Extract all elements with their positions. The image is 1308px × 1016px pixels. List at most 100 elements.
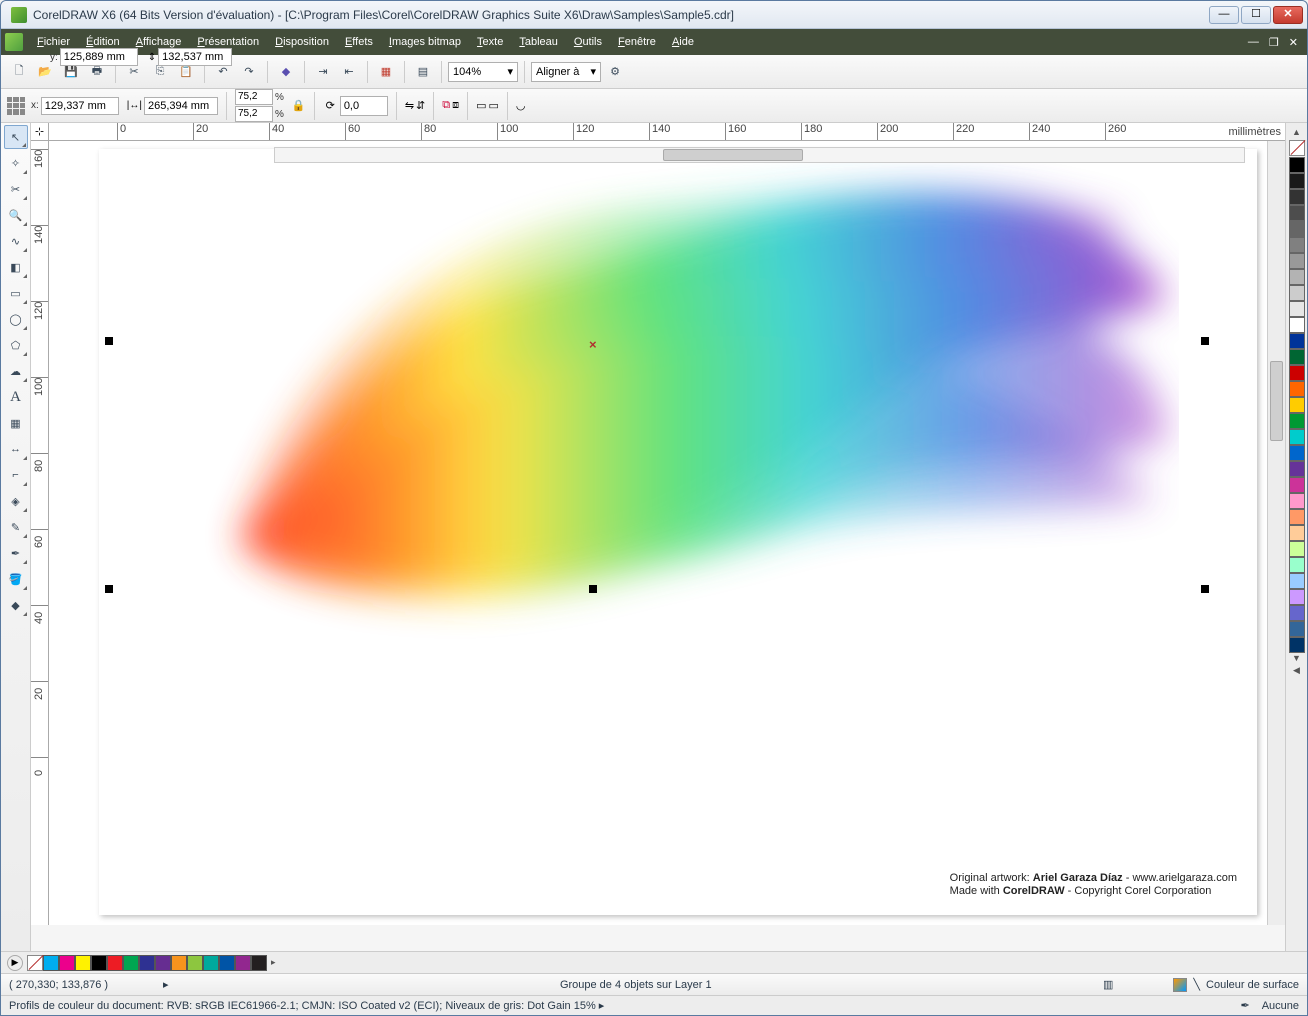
canvas-viewport[interactable]: Original artwork: Ariel Garaza Díaz - ww… <box>49 141 1267 925</box>
doc-color-swatch[interactable] <box>187 955 203 971</box>
height-input[interactable]: 132,537 mm <box>158 48 232 66</box>
color-swatch[interactable] <box>1289 253 1305 269</box>
y-position-input[interactable]: 125,889 mm <box>60 48 138 66</box>
freehand-tool[interactable]: ∿ <box>4 229 28 253</box>
mdi-minimize-button[interactable]: — <box>1243 34 1264 50</box>
selection-handle-tr[interactable] <box>1201 337 1209 345</box>
hscroll-thumb[interactable] <box>663 149 803 161</box>
color-swatch[interactable] <box>1289 509 1305 525</box>
ungroup-all-button[interactable]: ⧈ <box>452 99 459 112</box>
color-swatch[interactable] <box>1289 333 1305 349</box>
object-details-button[interactable]: ▥ <box>1103 978 1113 991</box>
polygon-tool[interactable]: ⬠ <box>4 333 28 357</box>
zoom-level-select[interactable]: 104% ▾ <box>448 62 518 82</box>
palette-flyout-button[interactable]: ▶ <box>7 955 23 971</box>
ellipse-tool[interactable]: ◯ <box>4 307 28 331</box>
color-swatch[interactable] <box>1289 557 1305 573</box>
titlebar[interactable]: CorelDRAW X6 (64 Bits Version d'évaluati… <box>1 1 1307 29</box>
app-launcher-button[interactable]: ▤ <box>411 60 435 84</box>
color-swatch[interactable] <box>1289 605 1305 621</box>
export-button[interactable]: ⇤ <box>337 60 361 84</box>
selection-handle-tl[interactable] <box>105 337 113 345</box>
color-swatch[interactable] <box>1289 541 1305 557</box>
no-color-swatch[interactable] <box>1289 140 1305 156</box>
ruler-vertical[interactable]: millimètres 160140120100806040200 <box>31 141 49 925</box>
outline-tool[interactable]: ✒ <box>4 541 28 565</box>
vertical-scrollbar[interactable] <box>1267 141 1285 925</box>
color-swatch[interactable] <box>1289 589 1305 605</box>
fill-swatch[interactable] <box>1173 978 1187 992</box>
smart-fill-tool[interactable]: ◧ <box>4 255 28 279</box>
palette-scroll-up[interactable]: ▲ <box>1289 127 1305 139</box>
color-swatch[interactable] <box>1289 237 1305 253</box>
doc-color-swatch[interactable] <box>59 955 75 971</box>
color-swatch[interactable] <box>1289 189 1305 205</box>
color-swatch[interactable] <box>1289 285 1305 301</box>
color-swatch[interactable] <box>1289 493 1305 509</box>
color-swatch[interactable] <box>1289 621 1305 637</box>
publish-pdf-button[interactable]: ▦ <box>374 60 398 84</box>
menu-outils[interactable]: Outils <box>566 32 610 52</box>
interactive-fill-tool[interactable]: ◆ <box>4 593 28 617</box>
color-swatch[interactable] <box>1289 525 1305 541</box>
color-swatch[interactable] <box>1289 381 1305 397</box>
color-swatch[interactable] <box>1289 429 1305 445</box>
color-swatch[interactable] <box>1289 397 1305 413</box>
horizontal-scrollbar[interactable] <box>274 147 1245 163</box>
ruler-horizontal[interactable]: millimètres 0204060801001201401601802002… <box>49 123 1285 141</box>
options-button[interactable]: ⚙ <box>603 60 627 84</box>
to-back-button[interactable]: ▭ <box>489 99 499 112</box>
ungroup-button[interactable]: ⧉ <box>442 99 450 112</box>
menu-disposition[interactable]: Disposition <box>267 32 337 52</box>
color-swatch[interactable] <box>1289 301 1305 317</box>
lock-ratio-button[interactable]: 🔒 <box>292 99 306 112</box>
mdi-close-button[interactable]: ✕ <box>1284 34 1303 51</box>
color-swatch[interactable] <box>1289 317 1305 333</box>
doc-color-swatch[interactable] <box>139 955 155 971</box>
mirror-v-button[interactable]: ⇵ <box>416 99 425 112</box>
doc-color-swatch[interactable] <box>75 955 91 971</box>
app-menu-icon[interactable] <box>5 33 23 51</box>
table-tool[interactable]: ▦ <box>4 411 28 435</box>
menu-effets[interactable]: Effets <box>337 32 381 52</box>
doc-color-swatch[interactable] <box>107 955 123 971</box>
menu-texte[interactable]: Texte <box>469 32 511 52</box>
doc-color-swatch[interactable] <box>203 955 219 971</box>
scale-y-input[interactable]: 75,2 <box>235 106 273 122</box>
scale-x-input[interactable]: 75,2 <box>235 89 273 105</box>
palette-scroll-down[interactable]: ▼ <box>1289 653 1305 665</box>
mdi-restore-button[interactable]: ❐ <box>1264 34 1284 51</box>
doc-palette-expand[interactable]: ▸ <box>267 957 280 968</box>
doc-color-swatch[interactable] <box>171 955 187 971</box>
rotation-input[interactable]: 0,0 <box>340 96 388 116</box>
interactive-tool[interactable]: ◈ <box>4 489 28 513</box>
fill-flyout-icon[interactable]: ╲ <box>1193 978 1200 991</box>
import-button[interactable]: ⇥ <box>311 60 335 84</box>
redo-button[interactable]: ↷ <box>237 60 261 84</box>
doc-color-swatch[interactable] <box>235 955 251 971</box>
color-swatch[interactable] <box>1289 445 1305 461</box>
selection-handle-bm[interactable] <box>589 585 597 593</box>
selection-handle-br[interactable] <box>1201 585 1209 593</box>
zoom-tool[interactable]: 🔍 <box>4 203 28 227</box>
doc-no-color-swatch[interactable] <box>27 955 43 971</box>
shape-tool[interactable]: ✧ <box>4 151 28 175</box>
menu-bitmap[interactable]: Images bitmap <box>381 32 469 52</box>
dimension-tool[interactable]: ↔ <box>4 437 28 461</box>
color-swatch[interactable] <box>1289 349 1305 365</box>
snap-to-select[interactable]: Aligner à ▾ <box>531 62 601 82</box>
selection-handle-bl[interactable] <box>105 585 113 593</box>
pick-tool[interactable]: ↖ <box>4 125 28 149</box>
connector-tool[interactable]: ⌐ <box>4 463 28 487</box>
color-swatch[interactable] <box>1289 477 1305 493</box>
search-button[interactable]: ◆ <box>274 60 298 84</box>
x-position-input[interactable]: 129,337 mm <box>41 97 119 115</box>
close-button[interactable]: ✕ <box>1273 6 1303 24</box>
color-swatch[interactable] <box>1289 637 1305 653</box>
menu-fenetre[interactable]: Fenêtre <box>610 32 664 52</box>
color-swatch[interactable] <box>1289 573 1305 589</box>
object-origin-grid[interactable] <box>7 97 25 115</box>
width-input[interactable]: 265,394 mm <box>144 97 218 115</box>
color-swatch[interactable] <box>1289 205 1305 221</box>
new-button[interactable]: 🗋 <box>7 60 31 84</box>
